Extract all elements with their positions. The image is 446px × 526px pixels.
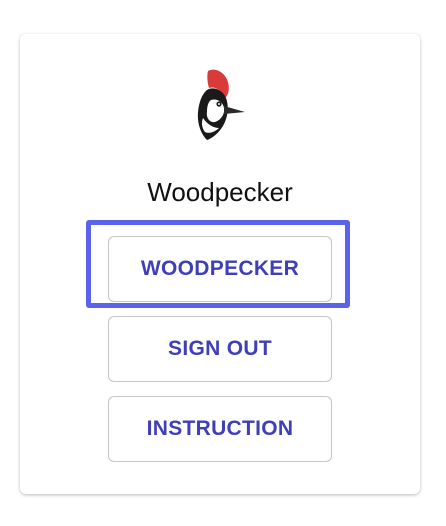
woodpecker-button[interactable]: WOODPECKER <box>108 236 332 302</box>
sign-out-button[interactable]: SIGN OUT <box>108 316 332 382</box>
instruction-button[interactable]: INSTRUCTION <box>108 396 332 462</box>
popup-card: Woodpecker WOODPECKER SIGN OUT INSTRUCTI… <box>20 34 420 494</box>
woodpecker-logo-icon <box>197 69 245 140</box>
app-title: Woodpecker <box>147 177 293 207</box>
